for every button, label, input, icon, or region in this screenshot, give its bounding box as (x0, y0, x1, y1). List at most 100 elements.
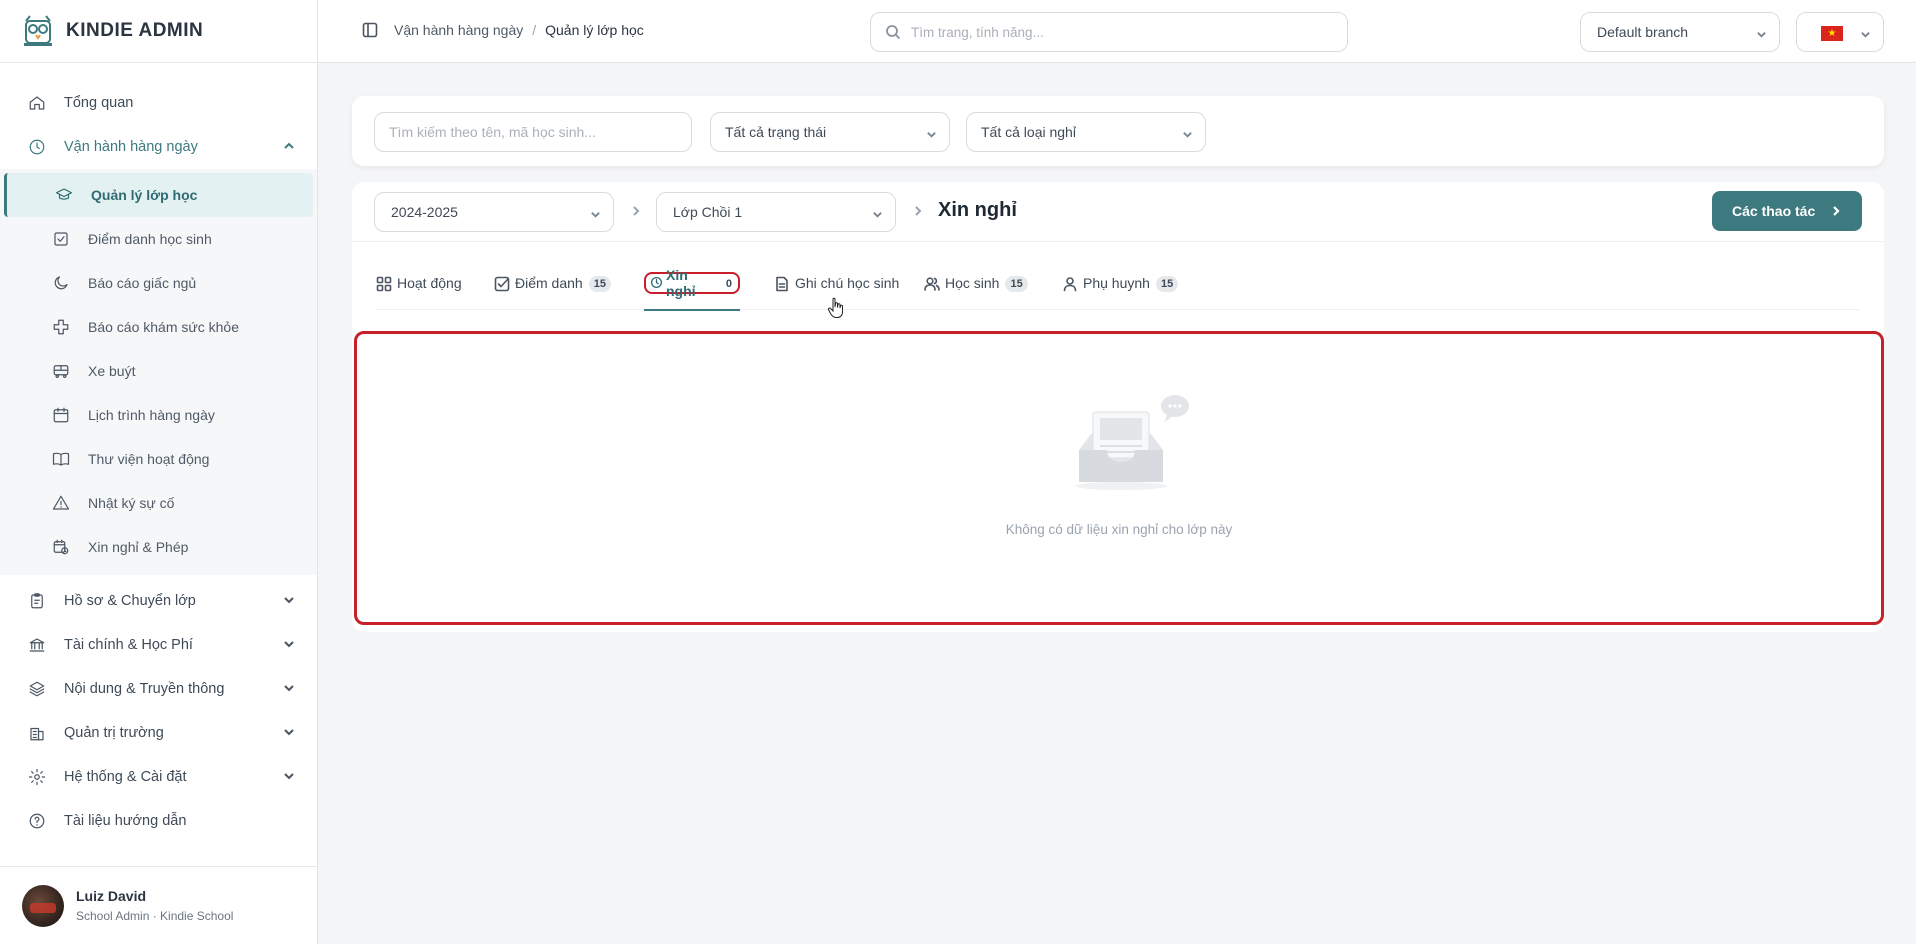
tab-attendance[interactable]: Điểm danh 15 (494, 270, 611, 310)
leave-type-filter[interactable]: Tất cả loại nghỉ (966, 112, 1206, 152)
users-icon (924, 275, 945, 295)
chevron-down-icon (926, 127, 937, 143)
sidebar-item-label: Xin nghỉ & Phép (88, 539, 189, 555)
sidebar-item-incident-log[interactable]: Nhật ký sự cố (0, 481, 317, 525)
tab-label: Ghi chú học sinh (795, 275, 900, 291)
chevron-down-icon (1860, 27, 1871, 45)
clock-icon (28, 138, 46, 156)
sidebar-item-docs[interactable]: Tài liệu hướng dẫn (0, 799, 317, 843)
bank-icon (28, 636, 46, 654)
sidebar-item-label: Hệ thống & Cài đặt (64, 769, 187, 785)
tab-label: Học sinh (945, 275, 1000, 291)
breadcrumb-separator: / (532, 22, 537, 38)
sidebar-item-content-media[interactable]: Nội dung & Truyền thông (0, 667, 317, 711)
student-search-input[interactable] (389, 124, 691, 140)
warning-icon (52, 494, 70, 512)
view-title: Xin nghỉ (938, 199, 1017, 221)
clipboard-icon (28, 592, 46, 610)
sidebar-item-activity-library[interactable]: Thư viện hoạt động (0, 437, 317, 481)
sidebar-item-daily-schedule[interactable]: Lịch trình hàng ngày (0, 393, 317, 437)
sidebar-item-system-settings[interactable]: Hệ thống & Cài đặt (0, 755, 317, 799)
empty-inbox-icon (1075, 395, 1189, 490)
tab-highlight: Xin nghỉ 0 (644, 267, 740, 299)
chevron-down-icon (283, 726, 295, 738)
actions-button-label: Các thao tác (1732, 203, 1816, 219)
avatar (22, 884, 64, 927)
brand-name: KINDIE ADMIN (66, 20, 204, 41)
chevron-down-icon (283, 594, 295, 606)
sidebar-item-label: Lịch trình hàng ngày (88, 407, 215, 423)
sidebar-item-finance-tuition[interactable]: Tài chính & Học Phí (0, 623, 317, 667)
user-icon (1062, 275, 1083, 295)
sidebar-submenu: Quản lý lớp học Điểm danh học sinh Báo c… (0, 169, 317, 575)
filter-bar: Tất cả trạng thái Tất cả loại nghỉ (352, 96, 1884, 166)
brand[interactable]: KINDIE ADMIN (0, 0, 317, 63)
sidebar-item-label: Tài liệu hướng dẫn (64, 813, 187, 829)
global-search[interactable] (870, 12, 1348, 52)
chevron-down-icon (283, 682, 295, 694)
class-toolbar: 2024-2025 Lớp Chồi 1 Xin nghỉ Các thao t… (352, 182, 1884, 242)
tab-count-badge: 15 (588, 276, 611, 292)
topbar: Vận hành hàng ngày / Quản lý lớp học Def… (318, 0, 1916, 63)
sidebar-item-school-admin[interactable]: Quản trị trường (0, 711, 317, 755)
moon-icon (52, 274, 70, 292)
tab-label: Hoạt động (397, 275, 462, 291)
status-filter-value: Tất cả trạng thái (725, 124, 827, 140)
branch-select[interactable]: Default branch (1580, 12, 1780, 52)
graduation-cap-icon (55, 186, 73, 204)
chevron-down-icon (872, 207, 883, 223)
tab-students[interactable]: Học sinh 15 (924, 270, 1028, 310)
search-icon (886, 25, 901, 40)
tab-label: Xin nghỉ (666, 267, 696, 299)
global-search-input[interactable] (911, 24, 1331, 40)
check-square-icon (494, 275, 515, 295)
leave-type-filter-value: Tất cả loại nghỉ (981, 124, 1076, 140)
sidebar-item-leave-requests[interactable]: Xin nghỉ & Phép (0, 525, 317, 569)
clock-icon (650, 275, 666, 292)
sidebar-item-label: Tổng quan (64, 95, 134, 111)
calendar-icon (52, 406, 70, 424)
sidebar-item-label: Điểm danh học sinh (88, 231, 212, 247)
status-filter[interactable]: Tất cả trạng thái (710, 112, 950, 152)
sidebar-item-label: Hồ sơ & Chuyển lớp (64, 593, 196, 609)
sidebar-toggle-icon[interactable] (362, 22, 378, 38)
sidebar-item-sleep-report[interactable]: Báo cáo giấc ngủ (0, 261, 317, 305)
tab-activities[interactable]: Hoạt động (376, 270, 462, 310)
student-search[interactable] (374, 112, 692, 152)
sidebar-item-label: Nhật ký sự cố (88, 495, 175, 511)
empty-state-message: Không có dữ liệu xin nghỉ cho lớp này (1005, 522, 1233, 537)
vietnam-flag-icon: ★ (1821, 26, 1843, 41)
sidebar-item-label: Quản trị trường (64, 725, 164, 741)
chevron-right-icon (630, 204, 642, 216)
actions-button[interactable]: Các thao tác (1712, 191, 1862, 231)
tab-count-badge: 15 (1005, 276, 1028, 292)
check-square-icon (52, 230, 70, 248)
leave-requests-empty-state: Không có dữ liệu xin nghỉ cho lớp này (354, 331, 1884, 625)
tab-label: Điểm danh (515, 275, 583, 291)
layers-icon (28, 680, 46, 698)
user-name: Luiz David (76, 888, 147, 904)
sidebar-item-daily-operations[interactable]: Vận hành hàng ngày (0, 125, 317, 169)
sidebar-item-overview[interactable]: Tổng quan (0, 81, 317, 125)
sidebar-item-bus[interactable]: Xe buýt (0, 349, 317, 393)
chevron-down-icon (1182, 127, 1193, 143)
breadcrumb-current: Quản lý lớp học (545, 22, 644, 38)
chevron-up-icon (283, 140, 295, 152)
tab-leave-requests[interactable]: Xin nghỉ 0 (644, 267, 740, 311)
user-role: School Admin · Kindie School (76, 909, 234, 923)
user-profile[interactable]: Luiz David School Admin · Kindie School (0, 866, 317, 944)
sidebar-item-class-management[interactable]: Quản lý lớp học (4, 173, 313, 217)
class-select[interactable]: Lớp Chồi 1 (656, 192, 896, 232)
sidebar-item-label: Vận hành hàng ngày (64, 139, 198, 155)
sidebar-item-records-transfers[interactable]: Hồ sơ & Chuyển lớp (0, 579, 317, 623)
breadcrumb-item[interactable]: Vận hành hàng ngày (394, 22, 523, 38)
tab-parents[interactable]: Phụ huynh 15 (1062, 270, 1179, 310)
sidebar-nav: Tổng quan Vận hành hàng ngày Quản lý lớp… (0, 63, 317, 843)
sidebar-item-health-report[interactable]: Báo cáo khám sức khỏe (0, 305, 317, 349)
chevron-right-icon (912, 204, 924, 216)
chevron-down-icon (283, 770, 295, 782)
class-value: Lớp Chồi 1 (673, 204, 743, 220)
sidebar-item-attendance[interactable]: Điểm danh học sinh (0, 217, 317, 261)
language-select[interactable]: ★ (1796, 12, 1884, 52)
school-year-select[interactable]: 2024-2025 (374, 192, 614, 232)
